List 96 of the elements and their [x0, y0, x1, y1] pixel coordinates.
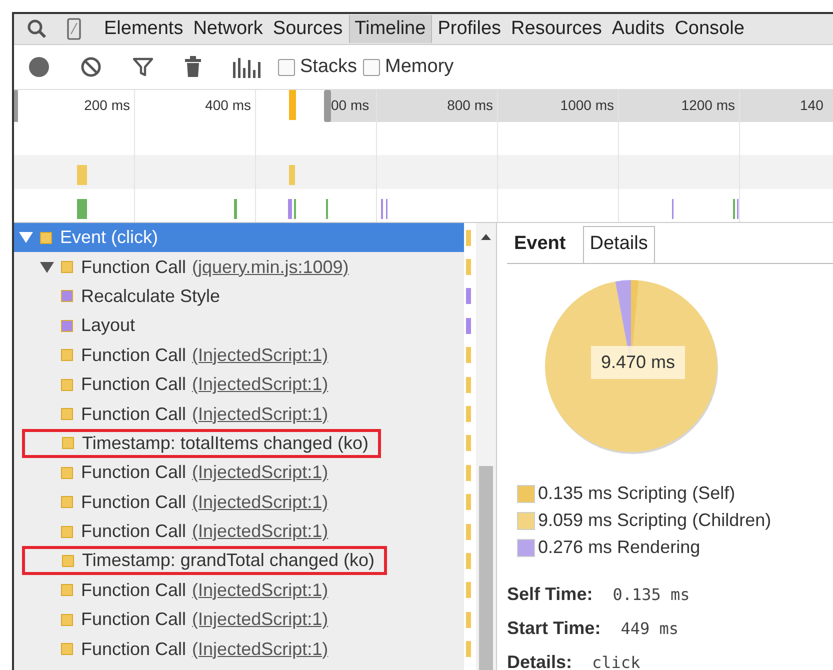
tree-item[interactable]: Function Call (InjectedScript:1)	[14, 458, 464, 488]
source-link[interactable]: (InjectedScript:1)	[192, 374, 328, 396]
tree-item[interactable]: Function Call (InjectedScript:1)	[14, 399, 464, 429]
time-tick-label: 1000 ms	[560, 97, 614, 113]
field-value: click	[592, 652, 640, 670]
tree-item[interactable]: Timestamp: grandTotal changed (ko)	[14, 546, 464, 576]
panel-tab[interactable]: Sources	[268, 15, 347, 43]
row-color-bar	[466, 494, 471, 510]
tree-item[interactable]: Timestamp: totalItems changed (ko)	[14, 428, 464, 458]
device-mode-icon[interactable]	[66, 17, 82, 41]
event-label: Timestamp: totalItems changed (ko)	[82, 432, 368, 454]
checkbox[interactable]: Stacks	[278, 56, 358, 78]
event-label: Function Call	[81, 404, 186, 425]
total-time-label: 9.470 ms	[591, 346, 685, 379]
time-tick-label: 140	[800, 97, 824, 113]
trash-icon[interactable]	[184, 56, 202, 78]
time-tick-label: 800 ms	[447, 97, 493, 113]
panel-tab[interactable]: Resources	[507, 15, 606, 43]
source-link[interactable]: (InjectedScript:1)	[192, 492, 328, 513]
row-color-bar	[466, 318, 471, 334]
clear-icon[interactable]	[80, 56, 102, 78]
tree-item[interactable]: Event (click)	[14, 223, 464, 252]
row-color-bar	[466, 552, 471, 569]
row-color-bar	[466, 435, 471, 452]
event-marker	[289, 90, 296, 120]
time-tick-label: 00 ms	[331, 97, 370, 113]
source-link[interactable]: (InjectedScript:1)	[192, 344, 328, 366]
row-color-bar	[466, 612, 471, 628]
panel-tab[interactable]: Console	[670, 15, 748, 43]
field-label: Details:	[507, 652, 572, 670]
tree-item[interactable]: Function Call (InjectedScript:1)	[14, 488, 464, 517]
details-tab[interactable]: Details	[582, 226, 655, 263]
tree-item[interactable]: Function Call (InjectedScript:1)	[14, 516, 464, 546]
checkbox[interactable]: Memory	[363, 56, 454, 78]
event-label: Function Call	[81, 521, 186, 542]
source-link[interactable]: (InjectedScript:1)	[192, 404, 328, 425]
legend-label: 9.059 ms Scripting (Children)	[538, 510, 772, 531]
row-color-bar	[466, 641, 471, 658]
source-link[interactable]: (InjectedScript:1)	[192, 580, 328, 601]
tree-item[interactable]: Function Call (InjectedScript:1)	[14, 370, 464, 400]
tree-item[interactable]: Function Call (InjectedScript:1)	[14, 340, 464, 370]
bar-chart-icon[interactable]	[232, 56, 262, 78]
source-link[interactable]: (InjectedScript:1)	[192, 609, 328, 630]
tree-item[interactable]: Layout	[14, 311, 464, 341]
field-value: 0.135 ms	[612, 584, 690, 604]
source-link[interactable]: (jquery.min.js:1009)	[192, 256, 349, 278]
tree-item[interactable]: Function Call (InjectedScript:1)	[14, 634, 464, 664]
filter-icon[interactable]	[132, 56, 154, 78]
event-label: Function Call	[81, 374, 186, 396]
panel-tab[interactable]: Network	[189, 15, 267, 43]
time-tick-label: 400 ms	[205, 97, 251, 113]
event-label: Event (click)	[60, 227, 158, 248]
details-tab[interactable]: Event	[507, 226, 573, 263]
legend-label: 0.135 ms Scripting (Self)	[538, 483, 736, 504]
tree-item[interactable]: Recalculate Style	[14, 282, 464, 312]
event-label: Function Call	[81, 609, 186, 630]
record-icon[interactable]	[28, 56, 50, 78]
source-link[interactable]: (InjectedScript:1)	[192, 462, 328, 484]
event-label: Function Call	[81, 638, 186, 660]
event-label: Function Call	[81, 580, 186, 601]
field-label: Start Time:	[507, 618, 601, 638]
event-label: Recalculate Style	[81, 286, 220, 307]
field-value: 449 ms	[620, 618, 678, 638]
row-color-bar	[466, 406, 471, 422]
row-color-bar	[466, 582, 471, 598]
event-label: Function Call	[81, 344, 186, 366]
row-color-bar	[466, 347, 471, 364]
event-label: Function Call	[81, 462, 186, 484]
scrollbar[interactable]	[476, 223, 497, 670]
tree-item[interactable]: Function Call (jquery.min.js:1009)	[14, 252, 464, 282]
row-color-bar	[466, 230, 471, 246]
panel-tab[interactable]: Elements	[100, 15, 188, 43]
row-color-bar	[466, 288, 471, 304]
tree-item[interactable]: Function Call (InjectedScript:1)	[14, 605, 464, 634]
range-handle[interactable]	[14, 90, 18, 122]
field-label: Self Time:	[507, 584, 593, 604]
event-label: Timestamp: grandTotal changed (ko)	[82, 550, 374, 572]
range-handle[interactable]	[324, 90, 331, 122]
row-color-bar	[466, 464, 471, 481]
tree-item[interactable]: Function Call (InjectedScript:1)	[14, 576, 464, 606]
scroll-up-icon[interactable]	[480, 233, 492, 241]
event-label: Function Call	[81, 256, 186, 278]
time-tick-label: 1200 ms	[681, 97, 735, 113]
panel-tab[interactable]: Timeline	[348, 15, 432, 43]
event-label: Layout	[81, 315, 136, 336]
time-tick-label: 200 ms	[84, 97, 130, 113]
panel-tab[interactable]: Audits	[608, 15, 669, 43]
search-icon[interactable]	[26, 18, 48, 40]
row-color-bar	[466, 524, 471, 540]
panel-tab[interactable]: Profiles	[434, 15, 506, 43]
row-color-bar	[466, 259, 471, 276]
source-link[interactable]: (InjectedScript:1)	[192, 638, 328, 660]
source-link[interactable]: (InjectedScript:1)	[192, 521, 328, 542]
legend-label: 0.276 ms Rendering	[538, 537, 700, 558]
row-color-bar	[466, 376, 471, 393]
event-label: Function Call	[81, 492, 186, 513]
